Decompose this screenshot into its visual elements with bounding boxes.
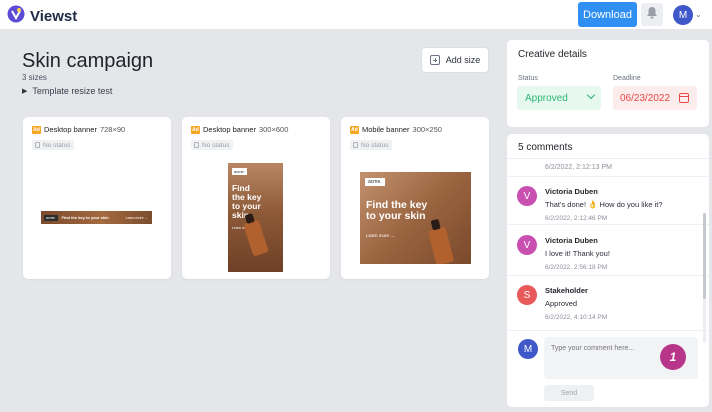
card-dimensions: 728×90 <box>99 125 126 134</box>
panel-title: Creative details <box>518 49 587 60</box>
comment-text: That's done! 👌 How do you like it? <box>545 200 663 209</box>
comment-text: Approved <box>545 299 578 308</box>
creative-card[interactable]: Ad Mobile banner 300×250 No status acme.… <box>341 117 489 279</box>
brand-logo: acme. <box>232 168 247 175</box>
card-name: Mobile banner <box>362 125 410 134</box>
sizes-count: 3 sizes <box>22 73 47 82</box>
comments-count: 5 comments <box>518 142 573 153</box>
template-label: Template resize test <box>32 86 113 96</box>
banner-cta: Learn more → <box>125 215 148 220</box>
divider <box>507 330 709 331</box>
status-text: No status <box>361 141 389 149</box>
caret-right-icon: ▶ <box>22 88 28 95</box>
avatar: S <box>517 285 537 305</box>
comments-panel: 5 comments 6/2/2022, 2:12:13 PM V Victor… <box>507 134 709 407</box>
divider <box>507 275 709 276</box>
add-square-icon <box>429 55 440 65</box>
clipboard-icon <box>35 142 40 148</box>
banner-headline: Find the key to your skin <box>366 199 428 222</box>
card-name: Desktop banner <box>203 125 256 134</box>
user-avatar[interactable]: M <box>673 5 693 25</box>
status-badge[interactable]: No status <box>32 140 75 150</box>
status-select[interactable]: Approved <box>517 86 601 110</box>
comment-text: I love it! Thank you! <box>545 249 610 258</box>
comment-timestamp: 6/2/2022, 2:56:18 PM <box>545 264 608 271</box>
status-badge[interactable]: No status <box>191 140 234 150</box>
banner-headline: Find the key to your skin <box>61 215 109 220</box>
comment-timestamp: 6/2/2022, 2:12:13 PM <box>545 164 612 171</box>
divider <box>507 176 709 177</box>
ad-badge: Ad <box>191 125 200 134</box>
card-name: Desktop banner <box>44 125 97 134</box>
status-label: Status <box>518 75 538 82</box>
download-button[interactable]: Download <box>578 2 637 27</box>
divider <box>507 224 709 225</box>
card-header: Ad Mobile banner 300×250 <box>350 125 442 134</box>
send-button[interactable]: Send <box>544 385 594 401</box>
comment-timestamp: 6/2/2022, 2:12:46 PM <box>545 215 608 222</box>
ad-badge: Ad <box>350 125 359 134</box>
comment-author: Victoria Duben <box>545 236 598 245</box>
status-text: No status <box>43 141 71 149</box>
comment-timestamp: 6/2/2022, 4:10:14 PM <box>545 314 608 321</box>
deadline-value: 06/23/2022 <box>620 92 671 104</box>
chevron-down-icon <box>586 90 596 100</box>
scrollbar-thumb[interactable] <box>703 213 706 299</box>
avatar: M <box>518 339 538 359</box>
template-toggle[interactable]: ▶ Template resize test <box>22 86 112 96</box>
status-text: No status <box>202 141 230 149</box>
creative-card[interactable]: Ad Desktop banner 728×90 No status acme.… <box>23 117 171 279</box>
creative-card[interactable]: Ad Desktop banner 300×600 No status acme… <box>182 117 330 279</box>
status-value: Approved <box>525 92 568 104</box>
top-bar: Viewst Download M ⌄ <box>0 0 712 30</box>
viewst-logo-icon <box>6 4 26 29</box>
app-name: Viewst <box>30 8 78 25</box>
deadline-date-field[interactable]: 06/23/2022 <box>613 86 697 110</box>
calendar-icon[interactable] <box>679 93 689 103</box>
banner-preview[interactable]: acme. Find the key to your skin Learn mo… <box>41 211 152 224</box>
counter-badge[interactable]: 1 <box>660 344 686 370</box>
page-title: Skin campaign <box>22 50 154 72</box>
avatar: V <box>517 186 537 206</box>
status-badge[interactable]: No status <box>350 140 393 150</box>
chevron-down-icon[interactable]: ⌄ <box>695 10 702 19</box>
app-logo[interactable]: Viewst <box>6 4 77 29</box>
banner-preview[interactable]: acme. Find the key to your skin Learn mo… <box>228 163 283 272</box>
banner-preview[interactable]: acme. Find the key to your skin Learn mo… <box>360 172 471 264</box>
card-header: Ad Desktop banner 728×90 <box>32 125 125 134</box>
banner-cta: Learn more → <box>366 233 395 238</box>
add-size-label: Add size <box>445 55 481 65</box>
comment-author: Stakeholder <box>545 286 588 295</box>
deadline-label: Deadline <box>613 75 641 82</box>
bell-icon <box>646 6 658 24</box>
serum-bottle-image <box>427 226 455 264</box>
ad-badge: Ad <box>32 125 41 134</box>
clipboard-icon <box>353 142 358 148</box>
clipboard-icon <box>194 142 199 148</box>
card-header: Ad Desktop banner 300×600 <box>191 125 288 134</box>
creative-details-panel: Creative details Status Deadline Approve… <box>507 40 709 127</box>
card-dimensions: 300×250 <box>412 125 442 134</box>
notifications-button[interactable] <box>641 3 663 26</box>
comments-list[interactable]: 6/2/2022, 2:12:13 PM V Victoria Duben Th… <box>507 159 709 354</box>
comment-author: Victoria Duben <box>545 187 598 196</box>
avatar: V <box>517 235 537 255</box>
brand-logo: acme. <box>365 178 385 186</box>
serum-bottle-image <box>243 219 269 257</box>
brand-logo: acme. <box>44 214 58 221</box>
card-dimensions: 300×600 <box>258 125 289 134</box>
add-size-button[interactable]: Add size <box>421 47 489 73</box>
